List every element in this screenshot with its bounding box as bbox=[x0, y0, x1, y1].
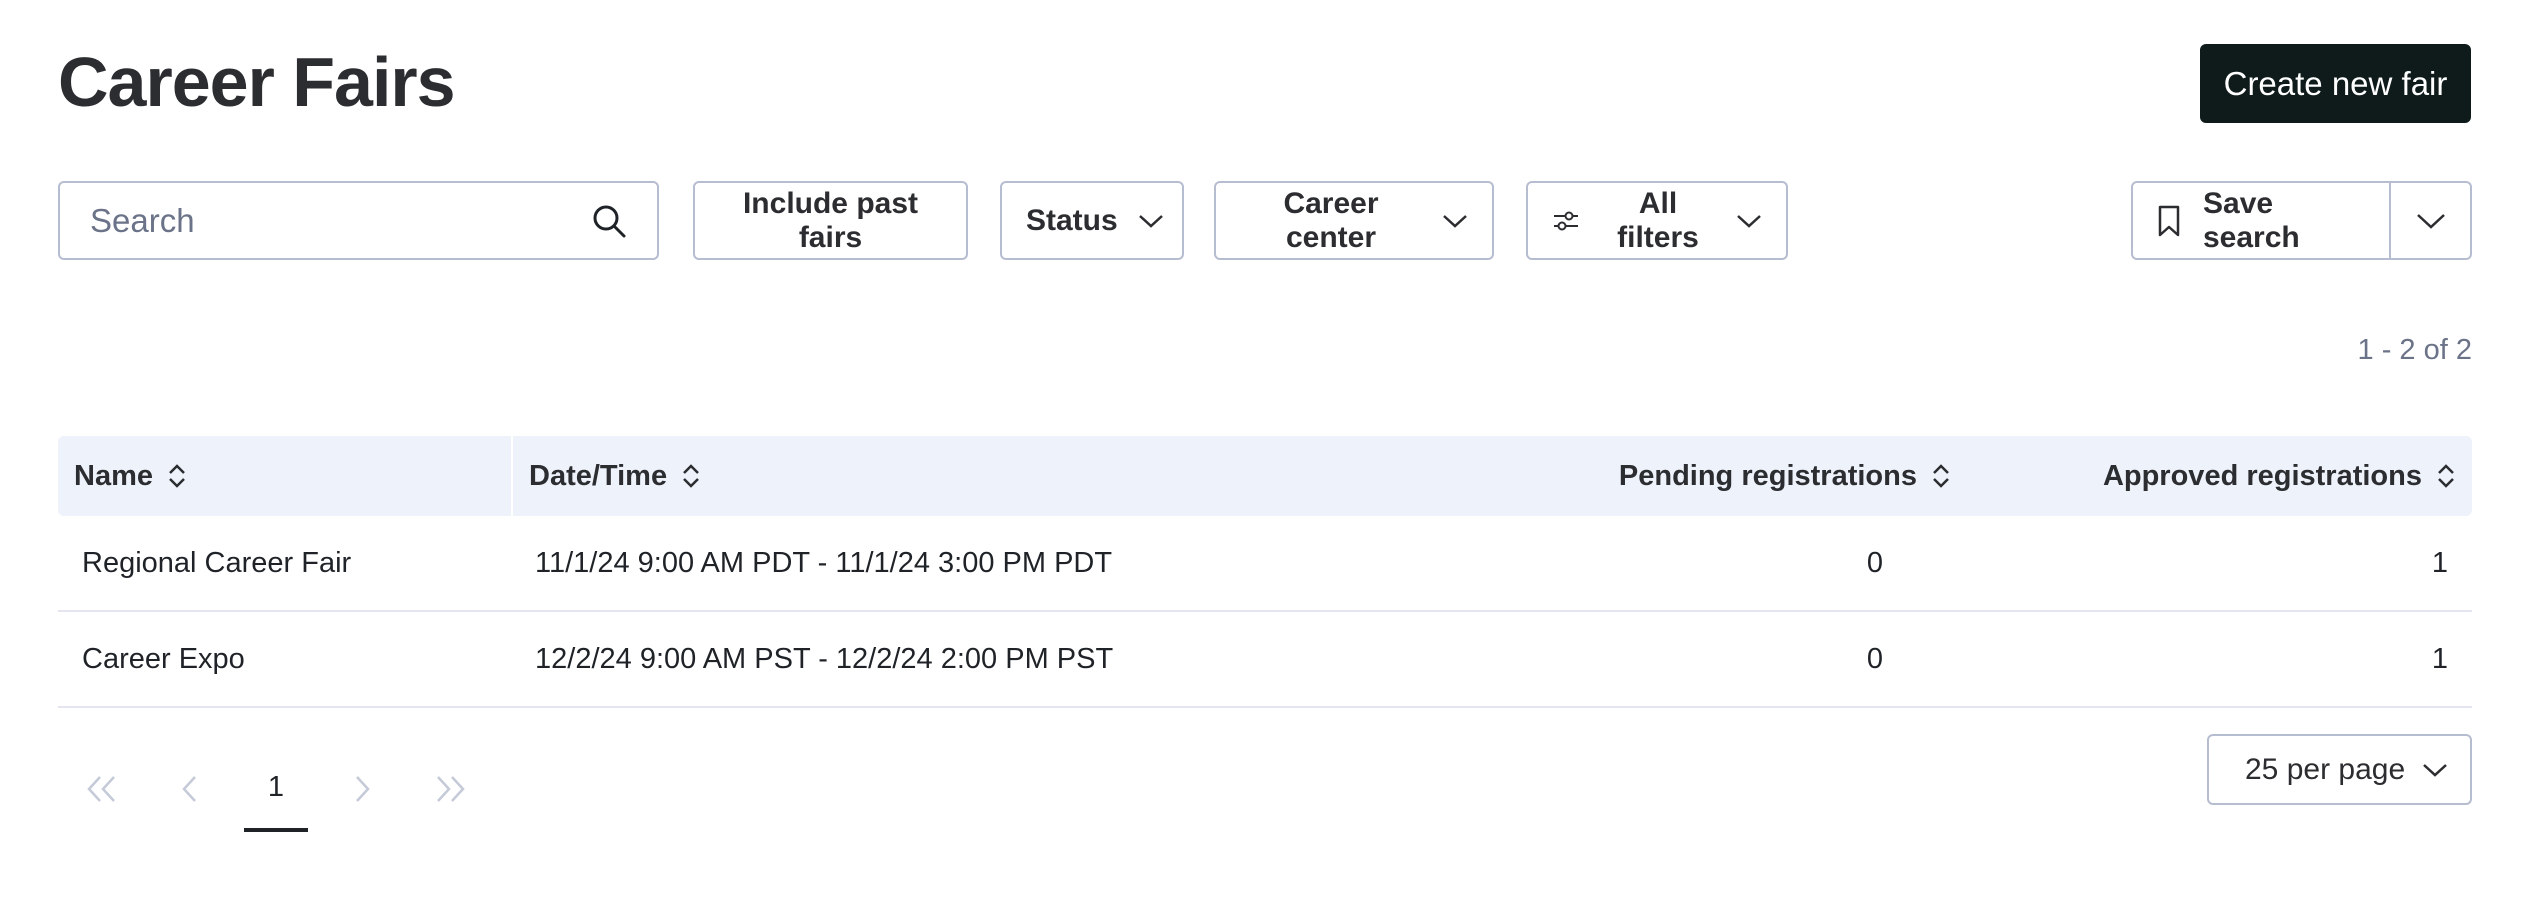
chevron-down-icon bbox=[1138, 213, 1164, 229]
column-header-label: Name bbox=[74, 459, 153, 492]
search-input[interactable] bbox=[90, 201, 591, 240]
last-page-button[interactable] bbox=[406, 754, 494, 824]
table-row[interactable]: Career Expo 12/2/24 9:00 AM PST - 12/2/2… bbox=[58, 612, 2472, 708]
table-row[interactable]: Regional Career Fair 11/1/24 9:00 AM PDT… bbox=[58, 516, 2472, 612]
career-center-filter-button[interactable]: Career center bbox=[1214, 181, 1494, 260]
column-header-label: Date/Time bbox=[529, 459, 668, 492]
column-header-name[interactable]: Name bbox=[58, 436, 511, 516]
chevron-down-icon bbox=[1736, 213, 1762, 229]
status-filter-button[interactable]: Status bbox=[1000, 181, 1184, 260]
status-filter-label: Status bbox=[1026, 203, 1118, 237]
include-past-fairs-label: Include past fairs bbox=[742, 186, 919, 254]
page-title: Career Fairs bbox=[58, 43, 456, 121]
column-header-approved[interactable]: Approved registrations bbox=[1967, 436, 2472, 516]
sort-icon bbox=[1931, 462, 1951, 490]
double-chevron-left-icon bbox=[85, 774, 119, 804]
pagination: 1 bbox=[58, 744, 494, 834]
sort-icon bbox=[167, 462, 187, 490]
cell-approved: 1 bbox=[2431, 546, 2448, 579]
chevron-down-icon bbox=[2416, 212, 2446, 230]
cell-approved: 1 bbox=[2431, 642, 2448, 675]
save-search-label: Save search bbox=[2203, 186, 2300, 254]
cell-datetime: 11/1/24 9:00 AM PDT - 11/1/24 3:00 PM PD… bbox=[535, 546, 1113, 579]
per-page-select[interactable]: 25 per page bbox=[2207, 734, 2472, 805]
search-box[interactable] bbox=[58, 181, 659, 260]
save-search-options-button[interactable] bbox=[2391, 183, 2470, 258]
results-count: 1 - 2 of 2 bbox=[2357, 334, 2472, 366]
chevron-left-icon bbox=[180, 774, 200, 804]
cell-datetime: 12/2/24 9:00 AM PST - 12/2/24 2:00 PM PS… bbox=[535, 642, 1114, 675]
column-header-label: Approved registrations bbox=[2102, 459, 2422, 492]
cell-pending: 0 bbox=[1866, 546, 1883, 579]
chevron-right-icon bbox=[352, 774, 372, 804]
table-header: Name Date/Time Pending registrations App… bbox=[58, 436, 2472, 516]
next-page-button[interactable] bbox=[318, 754, 406, 824]
cell-name[interactable]: Regional Career Fair bbox=[58, 547, 511, 580]
create-new-fair-button[interactable]: Create new fair bbox=[2200, 44, 2471, 123]
per-page-label: 25 per page bbox=[2245, 752, 2406, 786]
cell-name[interactable]: Career Expo bbox=[58, 643, 511, 676]
save-search-button[interactable]: Save search bbox=[2133, 183, 2391, 258]
save-search-group: Save search bbox=[2131, 181, 2472, 260]
search-icon[interactable] bbox=[591, 203, 627, 239]
career-center-filter-label: Career center bbox=[1283, 186, 1379, 254]
chevron-down-icon bbox=[2422, 762, 2448, 778]
double-chevron-right-icon bbox=[433, 774, 467, 804]
all-filters-label: All filters bbox=[1617, 186, 1699, 254]
all-filters-button[interactable]: All filters bbox=[1526, 181, 1788, 260]
column-header-label: Pending registrations bbox=[1618, 459, 1917, 492]
sliders-icon bbox=[1552, 209, 1580, 233]
sort-icon bbox=[2436, 462, 2456, 490]
first-page-button[interactable] bbox=[58, 754, 146, 824]
previous-page-button[interactable] bbox=[146, 754, 234, 824]
include-past-fairs-button[interactable]: Include past fairs bbox=[693, 181, 968, 260]
career-fairs-table: Name Date/Time Pending registrations App… bbox=[58, 436, 2472, 708]
sort-icon bbox=[681, 462, 701, 490]
bookmark-icon bbox=[2157, 205, 2181, 237]
chevron-down-icon bbox=[1442, 213, 1468, 229]
page-number-current[interactable]: 1 bbox=[244, 746, 308, 832]
cell-pending: 0 bbox=[1866, 642, 1883, 675]
column-header-pending[interactable]: Pending registrations bbox=[1411, 436, 1967, 516]
column-header-datetime[interactable]: Date/Time bbox=[511, 436, 1411, 516]
